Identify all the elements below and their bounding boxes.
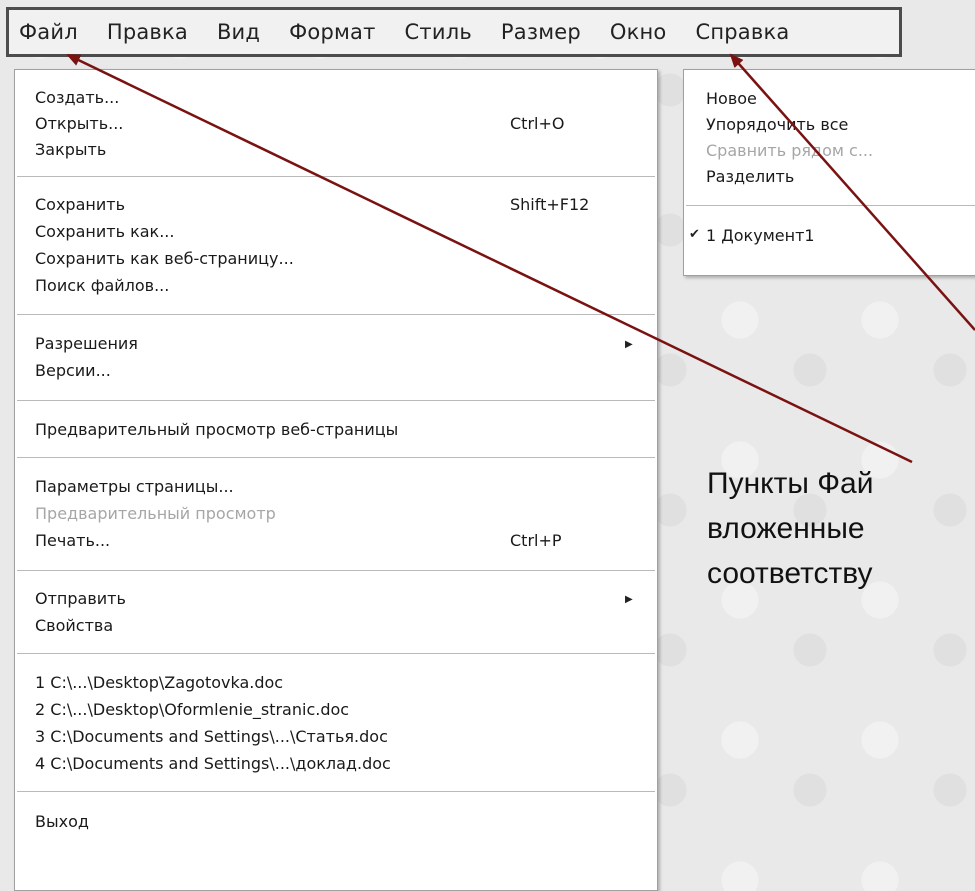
arrow-to-window-menu	[729, 53, 975, 331]
annotation-arrows	[66, 53, 975, 464]
